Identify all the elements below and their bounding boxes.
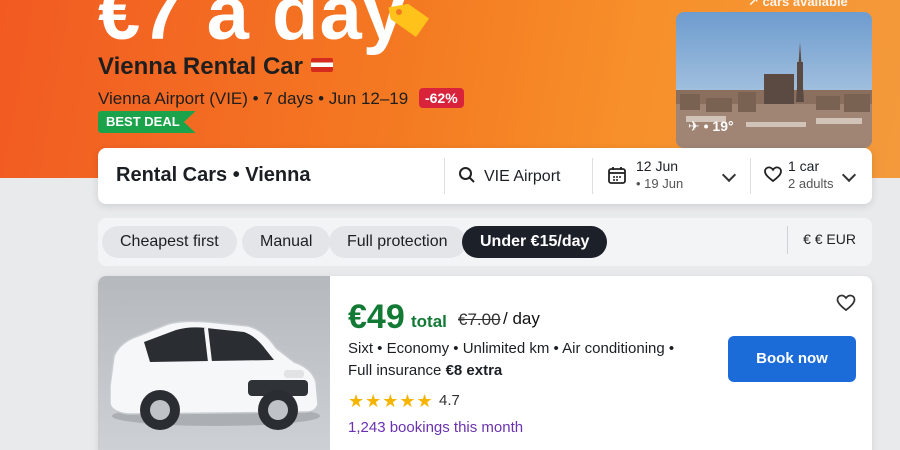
trip-summary: Vienna Airport (VIE) • 7 days • Jun 12–1…: [98, 88, 464, 109]
result-card[interactable]: €49 total €7.00 / day Sixt • Economy • U…: [98, 276, 872, 450]
search-title: Rental Cars • Vienna: [116, 164, 311, 186]
cars-available-text: ↗ cars available: [748, 0, 848, 9]
date-picker[interactable]: 12 Jun • 19 Jun: [608, 158, 683, 192]
price-tag-icon: [388, 3, 430, 38]
car-illustration: [109, 320, 320, 430]
guests-chevron-down-icon[interactable]: [841, 167, 857, 183]
page-title: Vienna Rental Car: [98, 53, 333, 81]
car-features-text: Sixt • Economy • Unlimited km • Air cond…: [348, 340, 675, 379]
rating-stars: ★★★★★: [348, 391, 434, 411]
guests-selector[interactable]: 1 car 2 adults: [764, 158, 834, 192]
price-total: €49: [348, 298, 405, 336]
per-day-label: / day: [503, 309, 540, 328]
austria-flag-icon: [310, 58, 333, 72]
price-total-label: total: [411, 312, 447, 331]
divider: [444, 158, 445, 194]
car-features: Sixt • Economy • Unlimited km • Air cond…: [348, 338, 698, 382]
weather-info: ✈ • 19°: [688, 118, 734, 134]
filter-chip-under-15[interactable]: Under €15/day: [462, 226, 608, 258]
insurance-extra: €8 extra: [445, 362, 503, 379]
trip-summary-text: Vienna Airport (VIE) • 7 days • Jun 12–1…: [98, 89, 409, 108]
filter-chip-manual[interactable]: Manual: [242, 226, 331, 258]
location-field[interactable]: VIE Airport: [458, 166, 560, 186]
guests-cars: 1 car: [788, 158, 820, 174]
date-chevron-down-icon[interactable]: [721, 167, 737, 183]
filter-chip-full-protection[interactable]: Full protection: [329, 226, 466, 258]
book-now-button[interactable]: Book now: [728, 336, 856, 382]
search-icon: [459, 167, 475, 183]
filter-bar: Cheapest first Manual Full protection Un…: [98, 218, 872, 266]
car-image: [98, 276, 330, 450]
guests-adults: 2 adults: [788, 176, 834, 191]
favorite-heart-icon[interactable]: [836, 294, 856, 312]
divider: [750, 158, 751, 194]
old-price: €7.00: [458, 310, 501, 329]
page-title-text: Vienna Rental Car: [98, 53, 303, 80]
date-end: • 19 Jun: [636, 176, 684, 191]
date-start: 12 Jun: [636, 158, 679, 174]
bookings-count: 1,243 bookings this month: [348, 419, 524, 436]
filter-chip-cheapest[interactable]: Cheapest first: [102, 226, 237, 258]
search-bar: Rental Cars • Vienna VIE Airport 12 Jun …: [98, 148, 872, 204]
currency-selector[interactable]: € € EUR: [787, 226, 856, 254]
rating-value: 4.7: [439, 392, 460, 409]
best-deal-badge: BEST DEAL: [98, 111, 196, 133]
heart-icon: [764, 166, 782, 183]
hero-headline: €7 a day: [98, 0, 406, 56]
discount-badge: -62%: [418, 88, 464, 108]
location-value: VIE Airport: [484, 168, 561, 185]
divider: [592, 158, 593, 194]
calendar-icon: [608, 167, 626, 184]
